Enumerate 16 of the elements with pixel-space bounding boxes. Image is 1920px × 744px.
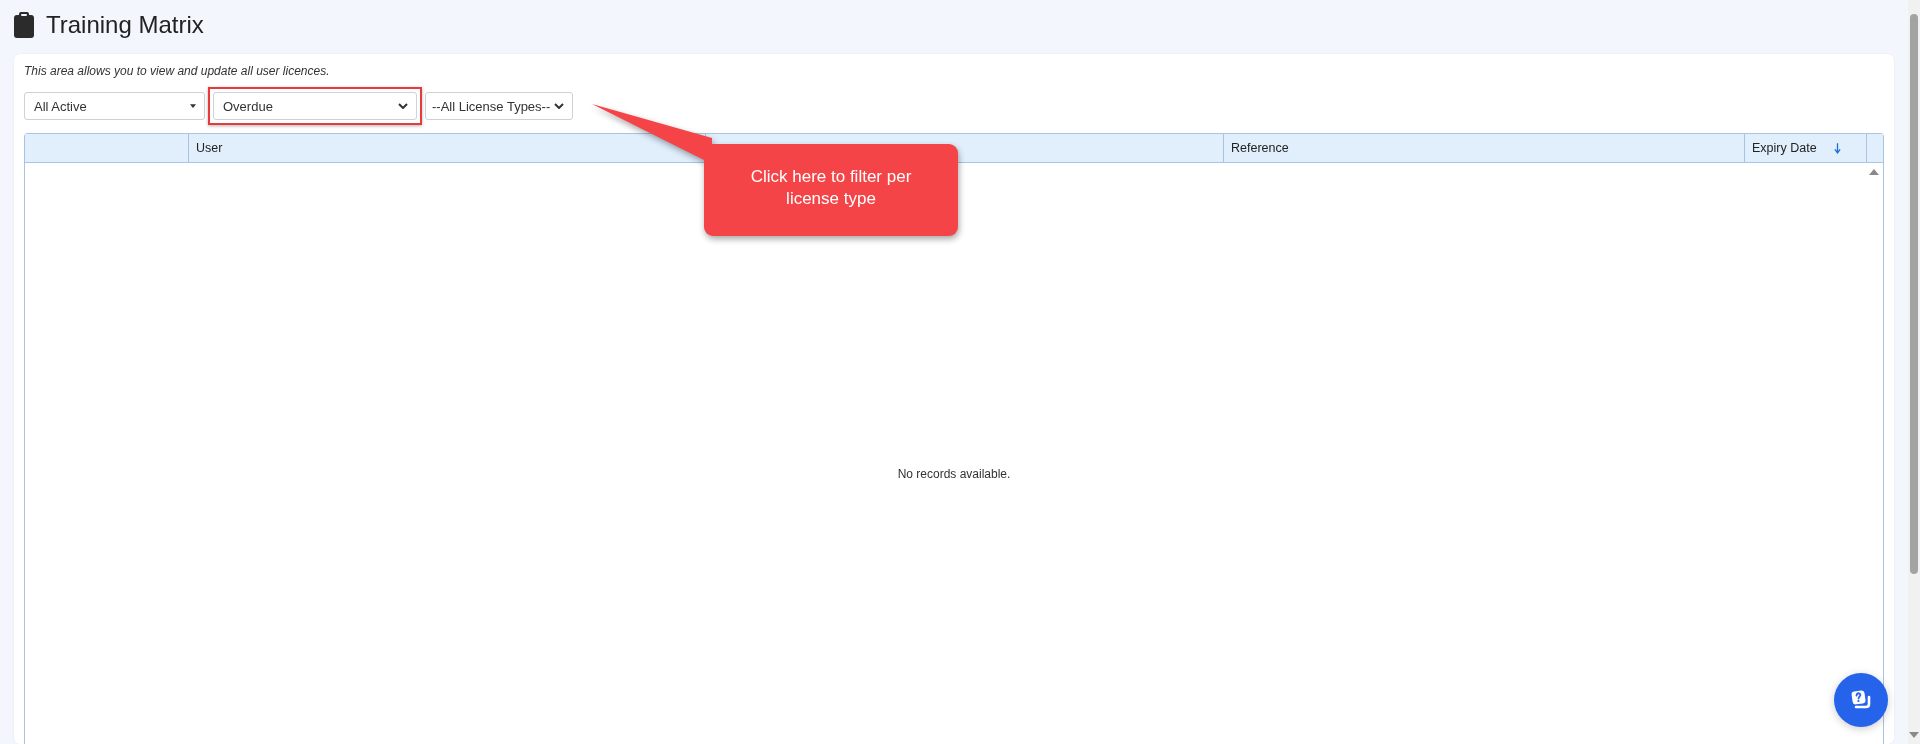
callout-tooltip-text: Click here to filter per license type bbox=[749, 166, 913, 210]
description-text: This area allows you to view and update all user licences. bbox=[24, 64, 331, 78]
scrollbar[interactable] bbox=[1908, 0, 1920, 744]
chevron-icon bbox=[398, 103, 408, 109]
filter-dropdown[interactable]: --All License Types-- bbox=[425, 92, 573, 120]
column-header[interactable]: Reference bbox=[1223, 134, 1744, 162]
filter-dropdown[interactable]: All Active bbox=[24, 92, 205, 120]
clipboard-icon bbox=[14, 12, 34, 38]
filter-dropdown[interactable]: Overdue bbox=[213, 92, 417, 120]
empty-message: No records available. bbox=[897, 466, 1011, 481]
page-title: Training Matrix bbox=[46, 11, 204, 39]
chevron-icon bbox=[554, 103, 564, 109]
scroll-up-icon[interactable] bbox=[1869, 169, 1879, 175]
caret-icon bbox=[190, 104, 196, 108]
column-header[interactable]: Expiry Date bbox=[1744, 134, 1866, 162]
scroll-down-icon[interactable] bbox=[1909, 732, 1919, 738]
